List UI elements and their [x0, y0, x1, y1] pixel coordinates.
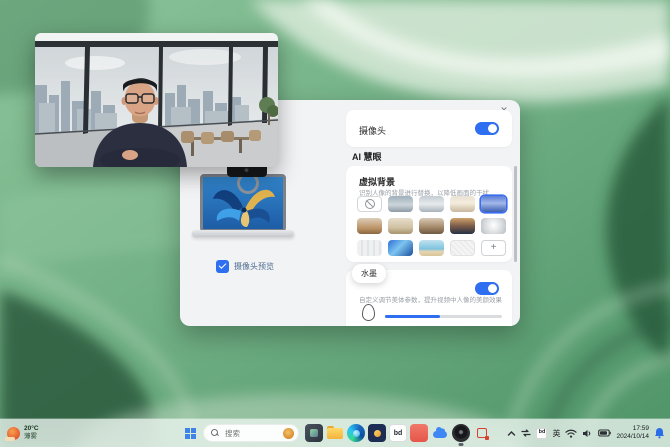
beauty-description: 自定义调节美体参数，提升视频中人像的美颜效果	[359, 294, 502, 304]
weather-temperature: 20°C	[24, 425, 39, 433]
bg-tile-add-custom[interactable]: +	[481, 240, 506, 256]
volume-icon[interactable]	[582, 429, 593, 438]
screenshot-tool-icon[interactable]	[473, 424, 491, 442]
system-tray: bd 英	[507, 419, 665, 447]
bg-tile-city-buildings[interactable]	[419, 218, 444, 234]
bg-tile-none[interactable]	[357, 196, 382, 212]
sync-arrows-icon[interactable]	[521, 429, 531, 437]
beauty-slider-fill	[385, 315, 440, 318]
windows-logo-icon	[185, 428, 190, 433]
virtual-bg-grid: +	[357, 196, 503, 256]
bg-tile-office-blue-gray[interactable]	[388, 196, 413, 212]
ai-section-header: AI 慧眼	[352, 150, 382, 163]
bg-tile-blue-wave[interactable]	[388, 240, 413, 256]
dark-app-icon[interactable]	[305, 424, 323, 442]
weather-icon	[7, 427, 20, 440]
dialog-scrollbar[interactable]	[514, 166, 517, 262]
camera-preview-checkbox-label: 摄像头预览	[234, 261, 274, 272]
battery-icon[interactable]	[598, 429, 611, 437]
weather-widget[interactable]: 20°C 薄雾	[7, 419, 39, 447]
search-highlight-icon[interactable]	[283, 428, 294, 439]
style-tooltip: 水墨	[352, 264, 386, 283]
bg-tile-sketch-light[interactable]	[357, 240, 382, 256]
bg-tile-office-blue[interactable]	[481, 196, 506, 212]
tray-app-badge[interactable]: bd	[536, 428, 547, 439]
webcam-feed	[35, 33, 278, 167]
hidden-icons-chevron[interactable]	[507, 430, 516, 437]
clock[interactable]: 17:59 2024/10/14	[616, 425, 649, 442]
weather-condition: 薄雾	[24, 433, 39, 441]
camera-preview-window[interactable]	[35, 33, 278, 167]
camera-toggle[interactable]	[475, 122, 499, 135]
face-shape-icon	[362, 304, 375, 321]
camera-app-icon[interactable]	[452, 424, 470, 442]
red-app-icon[interactable]	[410, 424, 428, 442]
laptop-base-illustration	[192, 230, 294, 237]
clock-date: 2024/10/14	[616, 433, 649, 441]
taskbar: 20°C 薄雾 bd	[0, 419, 670, 447]
virtual-background-card: 虚拟背景 识别人像的背景进行替换，以降低画面的干扰 +	[346, 166, 512, 262]
search-box[interactable]	[203, 424, 299, 442]
search-input[interactable]	[223, 428, 279, 439]
camera-preview-checkbox[interactable]	[216, 260, 229, 273]
bg-tile-office-light[interactable]	[419, 196, 444, 212]
beauty-slider[interactable]	[385, 315, 502, 318]
navy-app-icon[interactable]	[368, 424, 386, 442]
camera-toggle-label: 摄像头	[359, 124, 386, 137]
bg-tile-beach[interactable]	[419, 240, 444, 256]
taskbar-apps: bd	[305, 424, 491, 442]
bd-app-icon[interactable]: bd	[389, 424, 407, 442]
bg-tile-living-room-beige[interactable]	[388, 218, 413, 234]
start-button[interactable]	[180, 423, 200, 443]
bg-tile-office-warm[interactable]	[450, 196, 475, 212]
ime-language-indicator[interactable]: 英	[552, 428, 560, 439]
bg-tile-living-room-warm[interactable]	[357, 218, 382, 234]
cloud-drive-icon[interactable]	[431, 424, 449, 442]
edge-browser-icon[interactable]	[347, 424, 365, 442]
clock-time: 17:59	[633, 425, 649, 433]
bg-tile-city-sunset[interactable]	[450, 218, 475, 234]
desktop: – ✕ 摄像头预览 摄像头	[0, 0, 670, 447]
search-icon	[211, 429, 219, 437]
running-indicator	[459, 443, 464, 446]
notification-bell-icon[interactable]	[654, 427, 665, 439]
camera-toggle-card: 摄像头	[346, 110, 512, 147]
bg-tile-white-lattice[interactable]	[450, 240, 475, 256]
file-explorer-icon[interactable]	[326, 424, 344, 442]
bg-tile-gray-blur[interactable]	[481, 218, 506, 234]
wifi-icon[interactable]	[565, 429, 577, 438]
